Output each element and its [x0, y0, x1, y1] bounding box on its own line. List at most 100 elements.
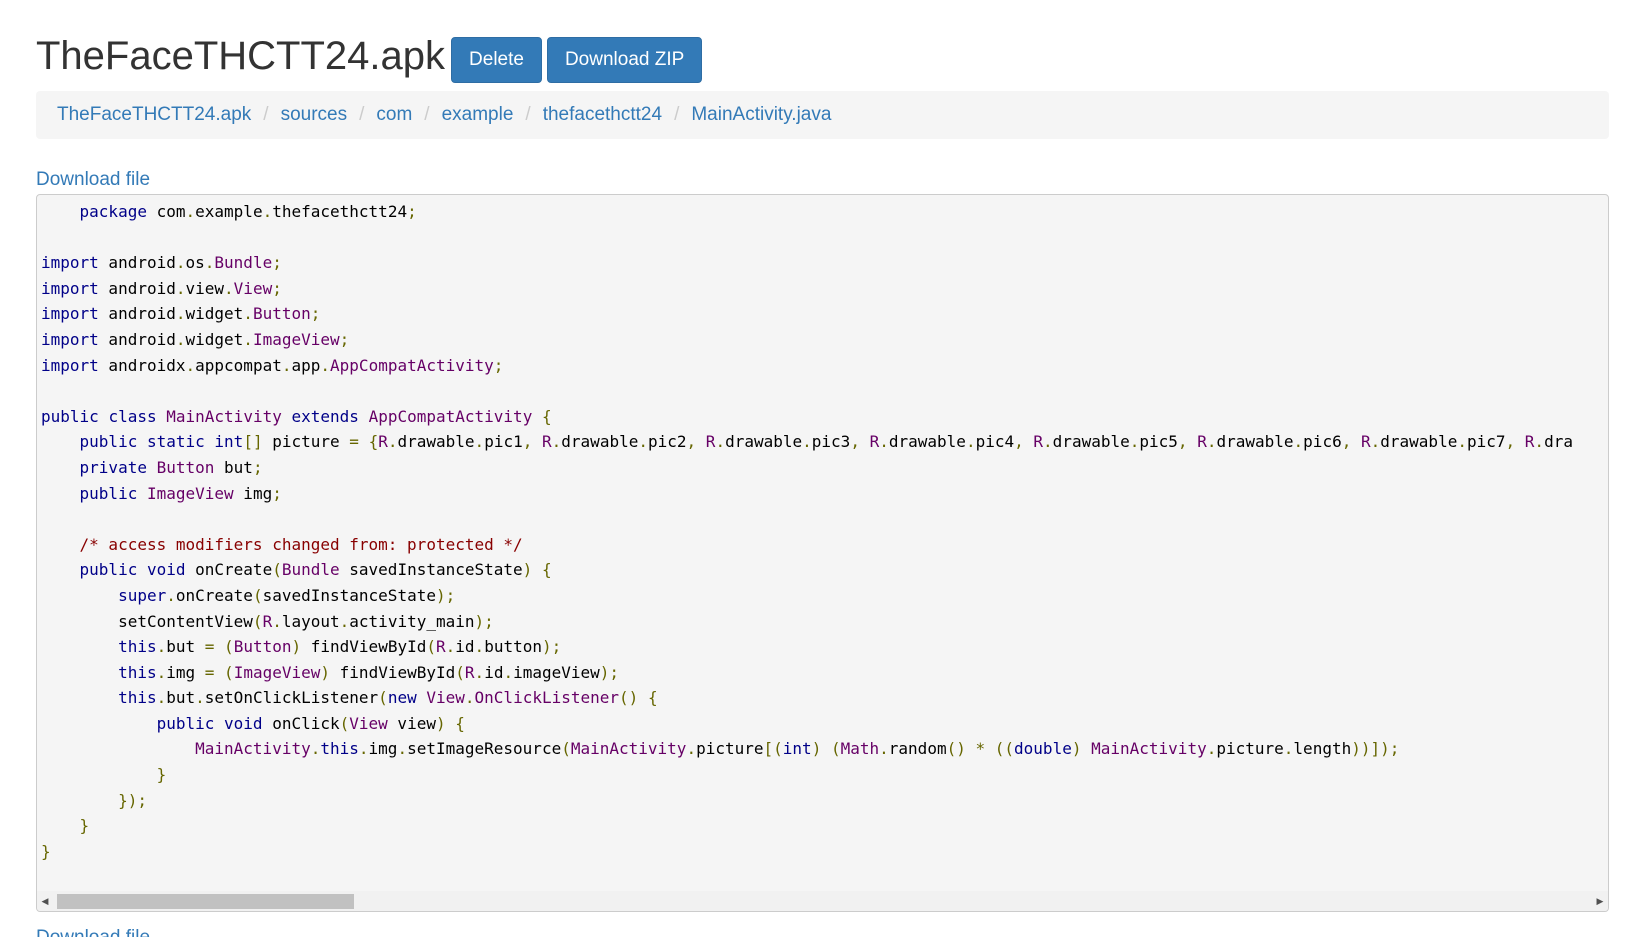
code-token: . — [1283, 739, 1294, 759]
code-token: savedInstanceState — [339, 560, 523, 580]
code-token: widget — [185, 329, 244, 349]
code-token: onCreate — [175, 585, 253, 605]
code-token: void — [146, 560, 186, 580]
code-token: import — [41, 278, 99, 298]
code-token: (( — [994, 739, 1015, 759]
code-token: R — [1360, 432, 1371, 452]
code-token: ) — [320, 662, 331, 682]
scroll-right-arrow-icon[interactable]: ▶ — [1592, 891, 1608, 911]
code-token: . — [156, 662, 167, 682]
code-token: . — [802, 432, 812, 452]
code-token: }); — [118, 790, 147, 810]
code-token: android — [98, 304, 176, 324]
delete-button[interactable]: Delete — [451, 37, 542, 83]
scroll-thumb[interactable] — [57, 894, 354, 909]
code-token: thefacethctt24 — [272, 202, 408, 221]
code-token: R — [378, 432, 388, 452]
code-line: private Button but; — [41, 458, 263, 477]
code-token: drawable — [1380, 432, 1458, 452]
download-zip-button[interactable]: Download ZIP — [546, 37, 703, 83]
breadcrumb-item-example[interactable]: example — [442, 104, 514, 126]
code-token: { — [541, 406, 552, 426]
code-token: ; — [272, 483, 282, 503]
code-line: public void onCreate(Bundle savedInstanc… — [41, 560, 552, 579]
code-token: import — [41, 329, 99, 349]
code-token: pic6 — [1303, 432, 1342, 452]
breadcrumb-separator: / — [263, 104, 269, 125]
code-token: . — [686, 739, 697, 759]
code-line: /* access modifiers changed from: protec… — [41, 535, 523, 554]
code-token: widget — [185, 304, 244, 324]
code-token: () — [946, 739, 966, 759]
code-token: . — [1206, 739, 1217, 759]
code-token: . — [1457, 432, 1467, 452]
download-file-link[interactable]: Download file — [36, 169, 150, 191]
code-token: imageView — [513, 662, 600, 682]
code-token: drawable — [725, 432, 803, 452]
code-token: . — [879, 432, 889, 452]
breadcrumb: TheFaceTHCTT24.apk / sources / com / exa… — [36, 91, 1609, 139]
breadcrumb-item-apk[interactable]: TheFaceTHCTT24.apk — [57, 104, 251, 126]
code-token: but — [166, 637, 205, 657]
code-token: [( — [763, 739, 783, 759]
breadcrumb-item-sources[interactable]: sources — [281, 104, 348, 126]
code-token: Math — [840, 739, 880, 759]
code-viewer[interactable]: package com.example.thefacethctt24; impo… — [36, 194, 1609, 912]
code-token: picture — [1216, 739, 1284, 759]
code-token: , — [686, 432, 697, 452]
horizontal-scrollbar[interactable]: ◀ ▶ — [37, 891, 1608, 911]
breadcrumb-item-thefacethctt24[interactable]: thefacethctt24 — [543, 104, 662, 126]
code-token: , — [850, 432, 860, 452]
code-token: pic1 — [484, 432, 523, 452]
breadcrumb-item-com[interactable]: com — [376, 104, 412, 126]
code-token: public — [156, 713, 215, 733]
code-token: findViewById — [330, 662, 456, 682]
code-token: . — [474, 432, 485, 452]
code-line: this.but = (Button) findViewById(R.id.bu… — [41, 637, 561, 656]
code-token: pic7 — [1466, 432, 1506, 452]
scroll-left-arrow-icon[interactable]: ◀ — [37, 891, 53, 911]
code-token: R — [1524, 432, 1535, 452]
code-token: ( — [252, 611, 263, 631]
code-token: , — [1177, 432, 1188, 452]
code-token: view — [185, 278, 225, 298]
code-token: = — [349, 432, 359, 452]
code-token: Button — [156, 457, 215, 477]
code-token: ImageView — [233, 662, 321, 682]
breadcrumb-item-mainactivity[interactable]: MainActivity.java — [691, 104, 831, 126]
code-token: but — [166, 688, 196, 708]
code-token: View — [233, 278, 273, 298]
download-file-link-bottom[interactable]: Download file — [36, 927, 150, 937]
code-token: . — [185, 355, 196, 375]
code-token: drawable — [1216, 432, 1294, 452]
breadcrumb-separator: / — [424, 104, 430, 125]
code-token: . — [156, 688, 167, 708]
code-token: ; — [272, 253, 282, 273]
code-token: , — [1341, 432, 1352, 452]
code-token: ); — [599, 662, 620, 682]
code-token: ; — [339, 329, 350, 349]
code-token: MainActivity — [166, 406, 282, 426]
code-line: public static int[] picture = {R.drawabl… — [41, 432, 1573, 451]
code-token: . — [638, 432, 648, 452]
code-token: ) — [522, 560, 533, 580]
code-token: ); — [541, 637, 562, 657]
code-token: . — [166, 585, 176, 605]
code-token: . — [1043, 432, 1053, 452]
code-token: R — [705, 432, 716, 452]
code-token: AppCompatActivity — [368, 406, 533, 426]
code-token: pic3 — [811, 432, 851, 452]
code-token: ); — [474, 611, 494, 631]
